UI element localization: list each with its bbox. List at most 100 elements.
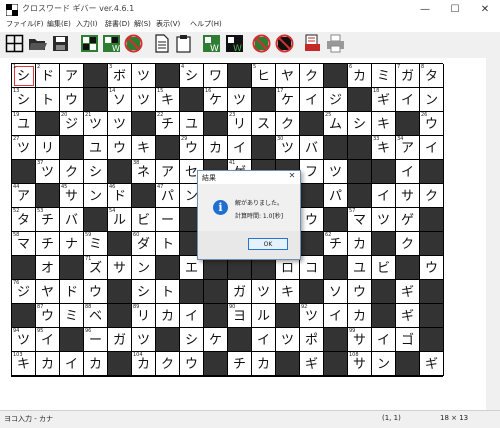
grid-cell[interactable]: 92 ツ xyxy=(300,304,324,328)
grid-cell[interactable]: 53 チ xyxy=(36,208,60,232)
grid-cell[interactable]: 30 ツ xyxy=(276,136,300,160)
grid-cell[interactable]: ツ xyxy=(324,160,348,184)
grid-cell[interactable]: 57 マ xyxy=(348,208,372,232)
black-cell[interactable] xyxy=(372,280,396,304)
grid-cell[interactable]: ワ xyxy=(204,64,228,88)
grid-cell[interactable]: ミ xyxy=(372,64,396,88)
grid-cell[interactable]: 58 マ xyxy=(12,232,36,256)
grid-cell[interactable]: ウ xyxy=(420,256,444,280)
grid-cell[interactable]: 54 ル xyxy=(108,208,132,232)
black-cell[interactable] xyxy=(132,112,156,136)
grid-cell[interactable]: 95 イ xyxy=(36,328,60,352)
grid-cell[interactable]: ツ xyxy=(132,88,156,112)
black-cell[interactable] xyxy=(300,184,324,208)
grid-cell[interactable]: ナ xyxy=(60,232,84,256)
grid-cell[interactable]: カ xyxy=(348,304,372,328)
grid-cell[interactable]: 71 ズ xyxy=(84,256,108,280)
grid-cell[interactable]: ソ xyxy=(324,280,348,304)
grid-cell[interactable]: イ xyxy=(300,88,324,112)
grid-cell[interactable]: 76 ジ xyxy=(12,280,36,304)
menu-edit[interactable]: 編集(E) xyxy=(47,19,71,29)
grid-cell[interactable]: チ xyxy=(36,232,60,256)
black-cell[interactable] xyxy=(156,328,180,352)
clipboard-icon[interactable] xyxy=(174,34,193,53)
grid-cell[interactable]: コ xyxy=(300,256,324,280)
grid-cell[interactable]: ギ xyxy=(420,352,444,376)
grid-cell[interactable]: イ xyxy=(252,328,276,352)
black-cell[interactable] xyxy=(204,304,228,328)
grid-cell[interactable]: 88 ベ xyxy=(84,304,108,328)
black-cell[interactable] xyxy=(108,304,132,328)
black-cell[interactable] xyxy=(324,64,348,88)
grid-cell[interactable]: ガ xyxy=(228,280,252,304)
grid-cell[interactable]: ウ xyxy=(60,88,84,112)
grid-cell[interactable]: 13 シ xyxy=(12,88,36,112)
grid-cell[interactable]: ク xyxy=(396,232,420,256)
black-cell[interactable] xyxy=(372,304,396,328)
grid-cell[interactable]: 62 チ xyxy=(324,232,348,256)
black-cell[interactable] xyxy=(324,256,348,280)
grid-cell[interactable]: オ xyxy=(36,256,60,280)
black-cell[interactable] xyxy=(132,184,156,208)
grid-cell[interactable]: 52 タ xyxy=(12,208,36,232)
grid-cell[interactable]: 60 ダ xyxy=(132,232,156,256)
grid-cell[interactable]: サ xyxy=(396,184,420,208)
black-cell[interactable] xyxy=(252,136,276,160)
grid-cell[interactable]: フ xyxy=(300,160,324,184)
selected-cell[interactable]: 1シ xyxy=(12,64,36,88)
grid-cell[interactable]: 99 サ xyxy=(348,328,372,352)
black-cell[interactable] xyxy=(12,160,36,184)
black-cell[interactable] xyxy=(276,352,300,376)
grid-cell[interactable]: シ xyxy=(132,280,156,304)
grid-cell[interactable]: ド xyxy=(60,280,84,304)
grid-cell[interactable]: イ xyxy=(372,184,396,208)
grid-cell[interactable]: ギ xyxy=(396,280,420,304)
black-cell[interactable] xyxy=(180,280,204,304)
ok-button[interactable]: OK xyxy=(248,238,288,250)
menu-solve[interactable]: 解(S) xyxy=(134,19,151,29)
black-cell[interactable] xyxy=(420,328,444,352)
black-cell[interactable] xyxy=(204,280,228,304)
grid-cell[interactable]: シ xyxy=(180,328,204,352)
black-cell[interactable] xyxy=(420,280,444,304)
black-cell[interactable] xyxy=(180,88,204,112)
grid-cell[interactable]: ツ xyxy=(132,328,156,352)
grid-cell[interactable]: カ xyxy=(204,136,228,160)
grid-cell[interactable]: ツ xyxy=(228,88,252,112)
black-cell[interactable] xyxy=(84,88,108,112)
black-cell[interactable] xyxy=(108,280,132,304)
grid-cell[interactable]: ツ xyxy=(276,328,300,352)
black-cell[interactable] xyxy=(348,184,372,208)
solve-icon[interactable]: W xyxy=(225,34,244,53)
black-cell[interactable] xyxy=(156,64,180,88)
grid-cell[interactable]: 44 ア xyxy=(12,184,36,208)
grid-cell[interactable]: リ xyxy=(36,136,60,160)
black-cell[interactable] xyxy=(60,136,84,160)
grid-cell[interactable]: ウ xyxy=(300,208,324,232)
grid-cell[interactable]: キ xyxy=(132,136,156,160)
black-cell[interactable] xyxy=(204,112,228,136)
grid-cell[interactable]: 108 サ xyxy=(348,352,372,376)
save-icon[interactable] xyxy=(51,34,70,53)
grid-cell[interactable]: 20 ジ xyxy=(60,112,84,136)
black-cell[interactable] xyxy=(36,112,60,136)
menu-dictionary[interactable]: 辞書(D) xyxy=(105,19,130,29)
grid-cell[interactable]: 8タ xyxy=(420,64,444,88)
minimize-button[interactable]: — xyxy=(410,0,440,20)
black-cell[interactable] xyxy=(300,232,324,256)
grid-cell[interactable]: 5ヒ xyxy=(252,64,276,88)
grid-cell[interactable]: ギ xyxy=(300,352,324,376)
grid-cell[interactable]: イ xyxy=(396,88,420,112)
grid-cell[interactable]: ミ xyxy=(60,304,84,328)
grid-cell[interactable]: 27 ツ xyxy=(12,136,36,160)
black-cell[interactable] xyxy=(348,136,372,160)
black-cell[interactable] xyxy=(156,136,180,160)
black-cell[interactable] xyxy=(84,64,108,88)
black-cell[interactable] xyxy=(396,352,420,376)
grid-cell[interactable]: イ xyxy=(396,160,420,184)
grid-cell[interactable]: 3ボ xyxy=(108,64,132,88)
grid-cell[interactable]: イ xyxy=(420,136,444,160)
grid-cell[interactable]: 38 ネ xyxy=(132,160,156,184)
grid-cell[interactable]: ケ xyxy=(204,328,228,352)
grid-cell[interactable]: ン xyxy=(420,88,444,112)
